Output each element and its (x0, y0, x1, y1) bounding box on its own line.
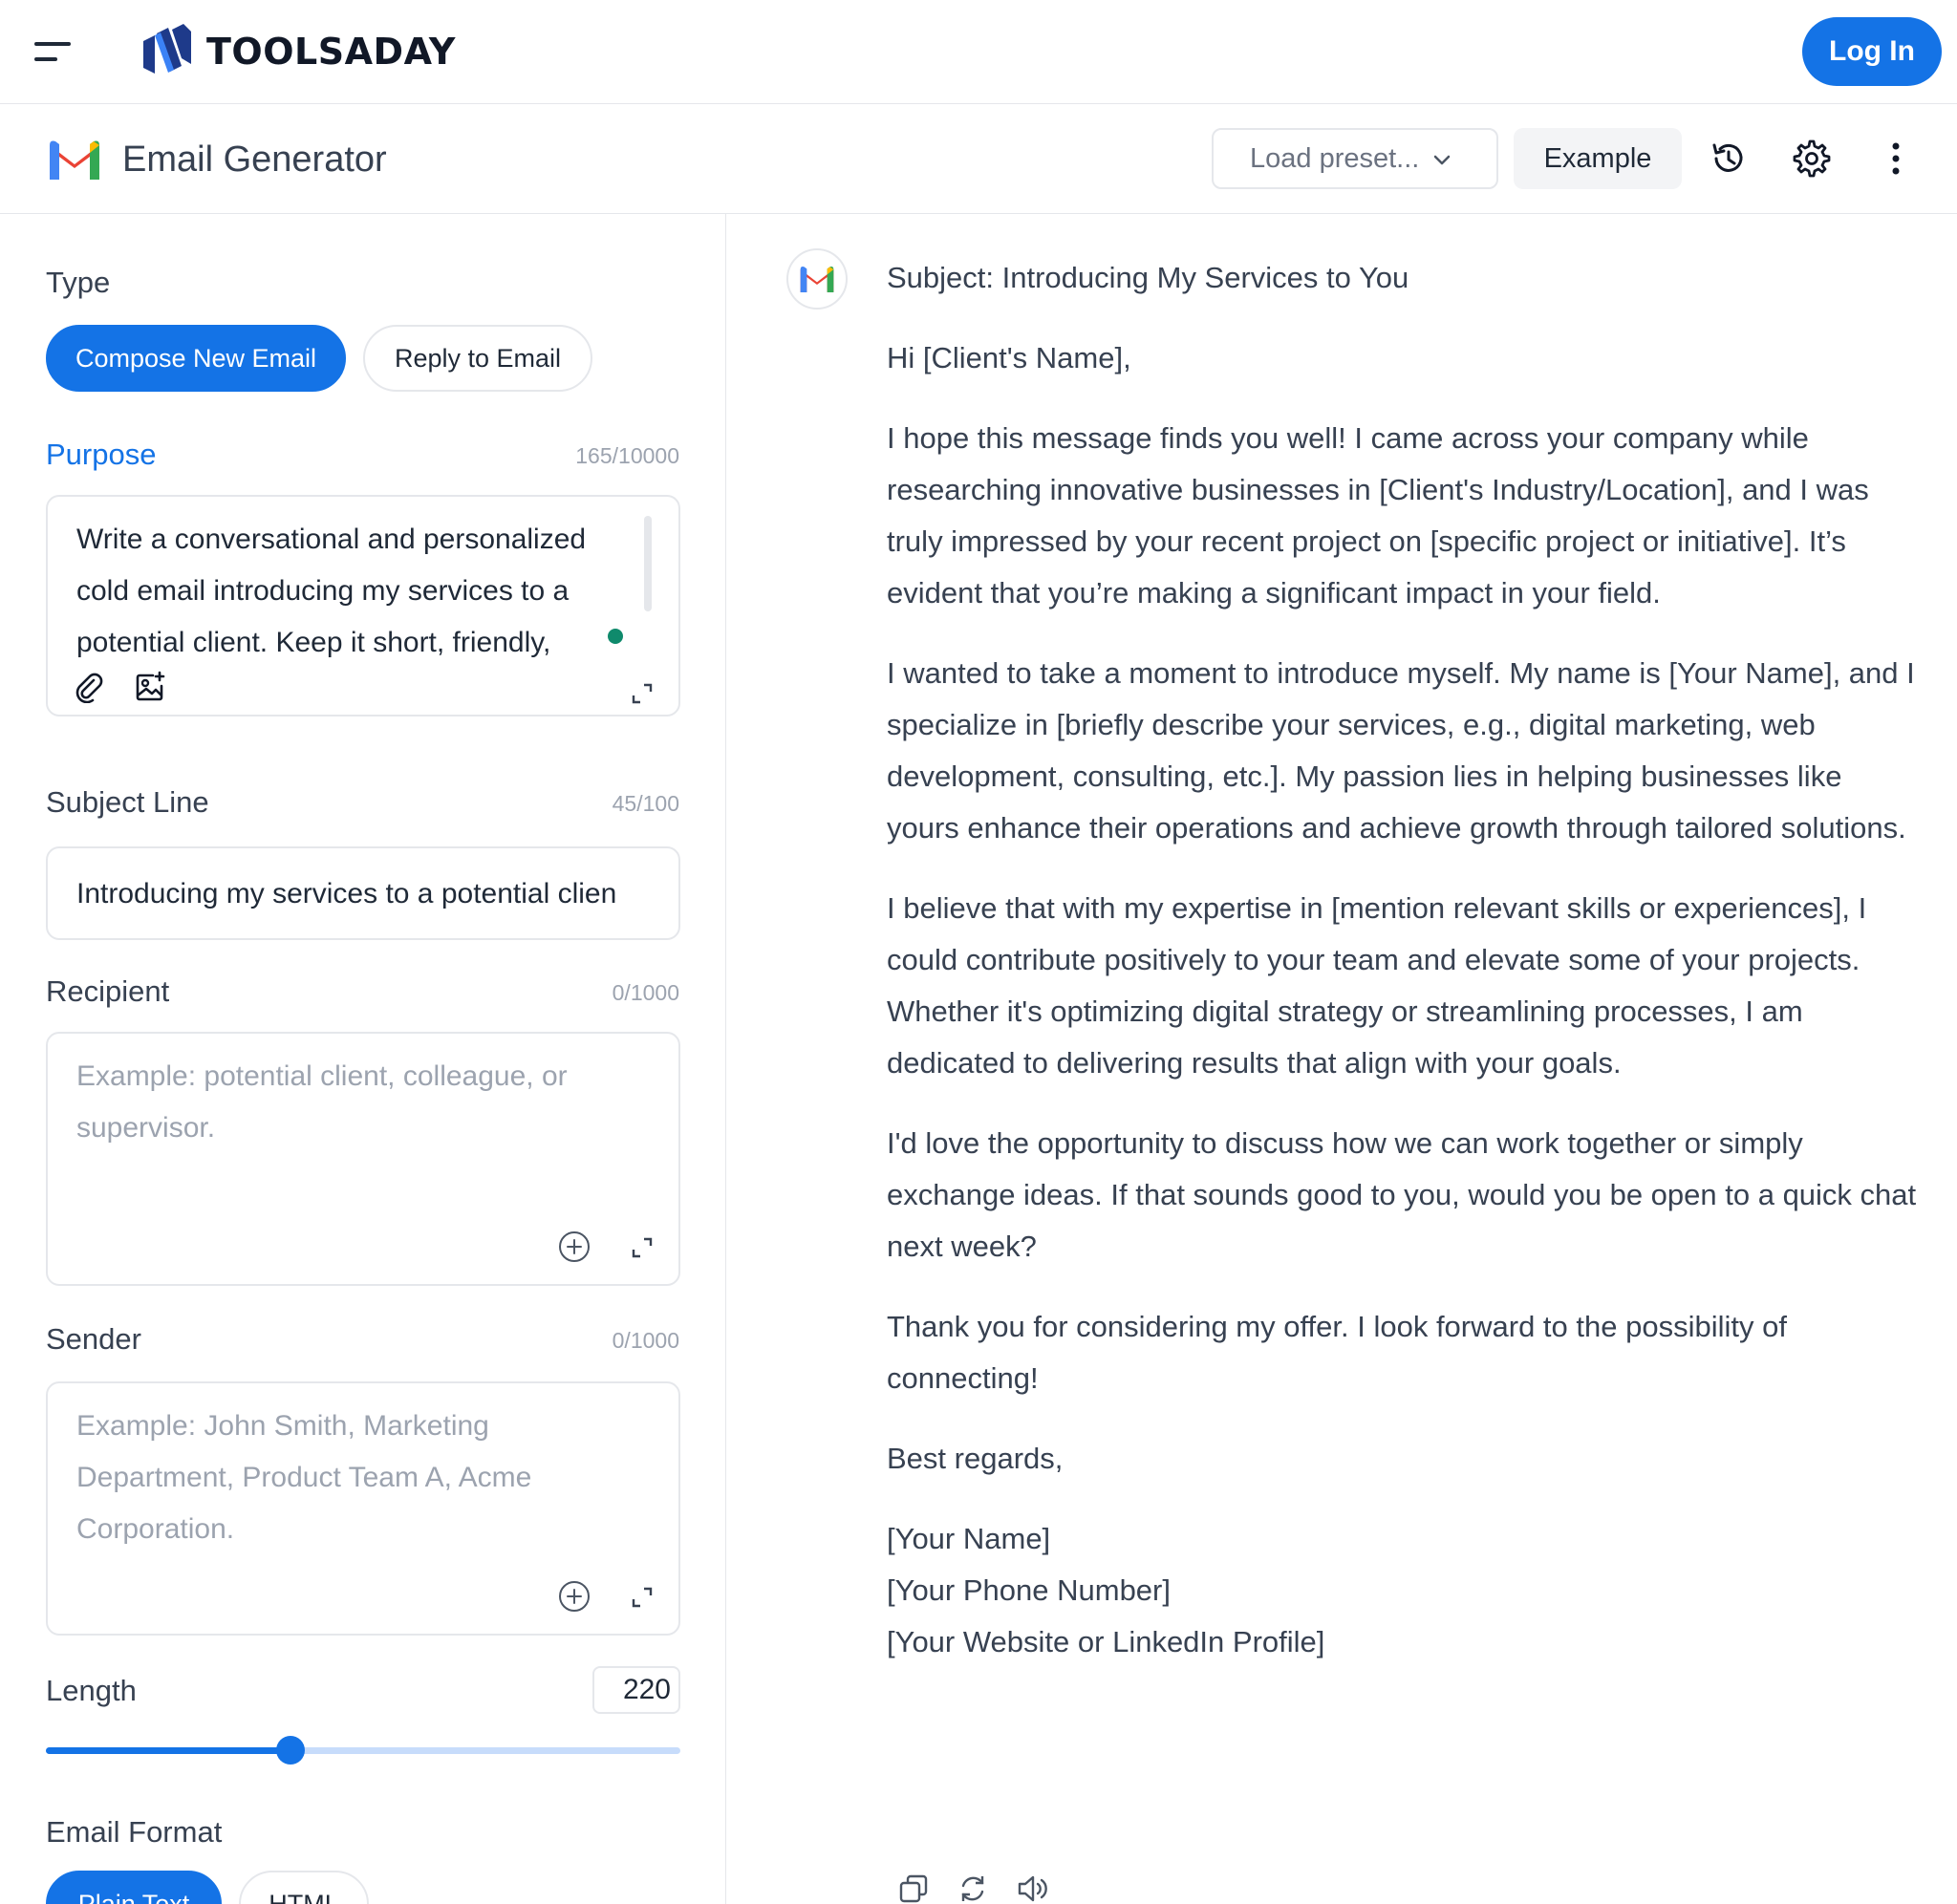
top-nav: TOOLSADAY Log In (0, 0, 1957, 104)
email-paragraph: I hope this message finds you well! I ca… (887, 421, 1869, 610)
chevron-down-icon (1433, 155, 1451, 165)
gmail-icon (800, 267, 834, 292)
purpose-scrollbar[interactable] (644, 516, 652, 611)
compose-new-email-option[interactable]: Compose New Email (46, 325, 346, 392)
generated-email: Subject: Introducing My Services to You … (887, 252, 1919, 1668)
brand-name: TOOLSADAY (206, 31, 456, 73)
gear-icon[interactable] (1793, 139, 1831, 178)
sender-textarea[interactable]: Example: John Smith, Marketing Departmen… (46, 1381, 680, 1636)
recipient-placeholder[interactable]: Example: potential client, colleague, or… (76, 1051, 621, 1154)
email-subject: Subject: Introducing My Services to You (887, 261, 1409, 294)
email-paragraph: I wanted to take a moment to introduce m… (887, 656, 1915, 845)
slider-thumb[interactable] (275, 1736, 305, 1765)
add-circle-icon[interactable] (558, 1580, 591, 1613)
slider-fill (46, 1747, 290, 1754)
email-paragraph: I'd love the opportunity to discuss how … (887, 1126, 1917, 1263)
purpose-label: Purpose (46, 438, 157, 471)
email-greeting: Hi [Client's Name], (887, 341, 1131, 374)
toolsaday-logo-icon (143, 24, 191, 74)
expand-icon[interactable] (631, 682, 654, 705)
length-label: Length (46, 1674, 137, 1707)
recipient-textarea[interactable]: Example: potential client, colleague, or… (46, 1032, 680, 1286)
subject-line-value[interactable]: Introducing my services to a potential c… (76, 848, 650, 940)
email-closing: Best regards, (887, 1442, 1064, 1475)
length-slider[interactable] (46, 1736, 680, 1765)
subject-line-label: Subject Line (46, 785, 209, 819)
more-vertical-icon[interactable] (1877, 139, 1915, 178)
tool-header: Email Generator Load preset... Example (0, 105, 1957, 214)
purpose-text[interactable]: Write a conversational and personalized … (76, 514, 621, 669)
brand-logo[interactable]: TOOLSADAY (140, 21, 456, 82)
sender-label: Sender (46, 1322, 141, 1356)
tool-title: Email Generator (122, 139, 387, 180)
purpose-textarea[interactable]: Write a conversational and personalized … (46, 495, 680, 717)
speaker-icon[interactable] (1016, 1872, 1048, 1904)
signature-line: [Your Name] (887, 1522, 1051, 1555)
gmail-icon (50, 140, 99, 180)
history-icon[interactable] (1709, 139, 1747, 178)
recipient-label: Recipient (46, 974, 170, 1008)
load-preset-dropdown[interactable]: Load preset... (1212, 128, 1498, 189)
subject-line-counter: 45/100 (612, 791, 679, 816)
signature-line: [Your Website or LinkedIn Profile] (887, 1625, 1325, 1658)
add-image-icon[interactable] (134, 671, 166, 703)
subject-line-input[interactable]: Introducing my services to a potential c… (46, 846, 680, 940)
sender-placeholder[interactable]: Example: John Smith, Marketing Departmen… (76, 1401, 621, 1555)
example-button[interactable]: Example (1514, 128, 1682, 189)
type-label: Type (46, 266, 111, 299)
purpose-counter: 165/10000 (575, 443, 679, 468)
input-panel: Type Compose New Email Reply to Email Pu… (0, 214, 726, 1904)
output-panel: Subject: Introducing My Services to You … (727, 214, 1957, 1904)
reply-to-email-option[interactable]: Reply to Email (363, 325, 592, 392)
expand-icon[interactable] (631, 1586, 654, 1609)
status-dot (608, 629, 623, 644)
sender-counter: 0/1000 (612, 1328, 679, 1353)
paperclip-icon[interactable] (73, 671, 105, 704)
recipient-counter: 0/1000 (612, 980, 679, 1005)
html-option[interactable]: HTML (239, 1871, 369, 1904)
output-actions (897, 1872, 1048, 1904)
copy-icon[interactable] (897, 1872, 930, 1904)
expand-icon[interactable] (631, 1236, 654, 1259)
menu-icon[interactable] (34, 38, 73, 65)
email-paragraph: Thank you for considering my offer. I lo… (887, 1310, 1787, 1395)
length-number-input[interactable]: 220 (592, 1666, 680, 1714)
email-paragraph: I believe that with my expertise in [men… (887, 891, 1867, 1080)
signature-line: [Your Phone Number] (887, 1573, 1171, 1607)
preset-placeholder: Load preset... (1250, 142, 1420, 174)
plain-text-option[interactable]: Plain Text (46, 1871, 222, 1904)
login-button[interactable]: Log In (1802, 17, 1942, 86)
regenerate-icon[interactable] (957, 1872, 989, 1904)
email-signature: [Your Name] [Your Phone Number] [Your We… (887, 1513, 1919, 1668)
gmail-avatar (786, 248, 848, 310)
add-circle-icon[interactable] (558, 1230, 591, 1263)
email-format-label: Email Format (46, 1815, 223, 1849)
